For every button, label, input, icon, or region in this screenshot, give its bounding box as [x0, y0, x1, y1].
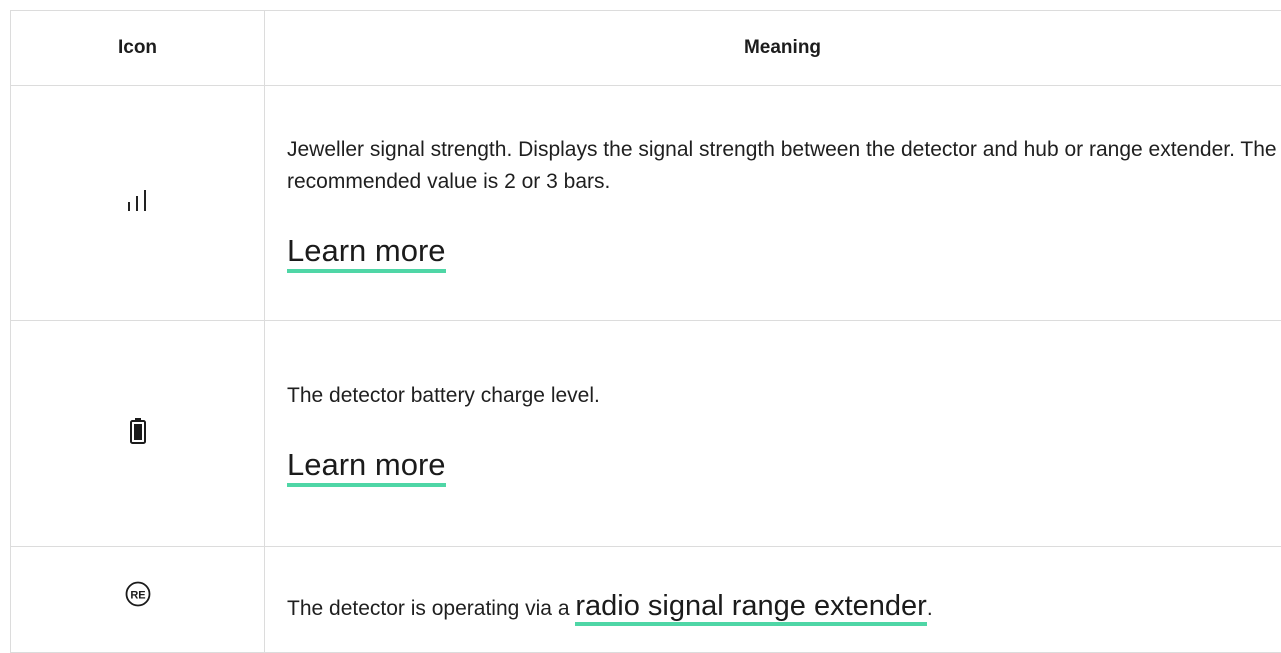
range-extender-icon: RE — [125, 581, 151, 612]
range-extender-icon-label: RE — [130, 590, 145, 602]
signal-strength-icon — [126, 190, 150, 217]
icon-cell — [11, 321, 265, 547]
range-extender-link[interactable]: radio signal range extender — [575, 590, 926, 626]
table-row: The detector battery charge level. Learn… — [11, 321, 1281, 547]
meaning-cell: Jeweller signal strength. Displays the s… — [265, 86, 1281, 321]
learn-more-link[interactable]: Learn more — [287, 233, 446, 273]
icons-table: Icon Meaning Jeweller signal strength. D… — [10, 10, 1281, 653]
icon-cell — [11, 86, 265, 321]
table-header-row: Icon Meaning — [11, 11, 1281, 86]
table-row: Jeweller signal strength. Displays the s… — [11, 86, 1281, 321]
learn-more-link[interactable]: Learn more — [287, 447, 446, 487]
description-prefix: The detector is operating via a — [287, 597, 575, 620]
meaning-cell: The detector battery charge level. Learn… — [265, 321, 1281, 547]
row-description: The detector is operating via a radio si… — [287, 547, 1280, 623]
row-description: Jeweller signal strength. Displays the s… — [287, 134, 1280, 198]
header-icon: Icon — [11, 11, 265, 86]
row-description: The detector battery charge level. — [287, 380, 1280, 412]
icon-cell: RE — [11, 547, 265, 653]
description-suffix: . — [927, 597, 933, 620]
header-meaning: Meaning — [265, 11, 1281, 86]
table-row: RE The detector is operating via a radio… — [11, 547, 1281, 653]
battery-icon — [130, 418, 146, 449]
meaning-cell: The detector is operating via a radio si… — [265, 547, 1281, 653]
